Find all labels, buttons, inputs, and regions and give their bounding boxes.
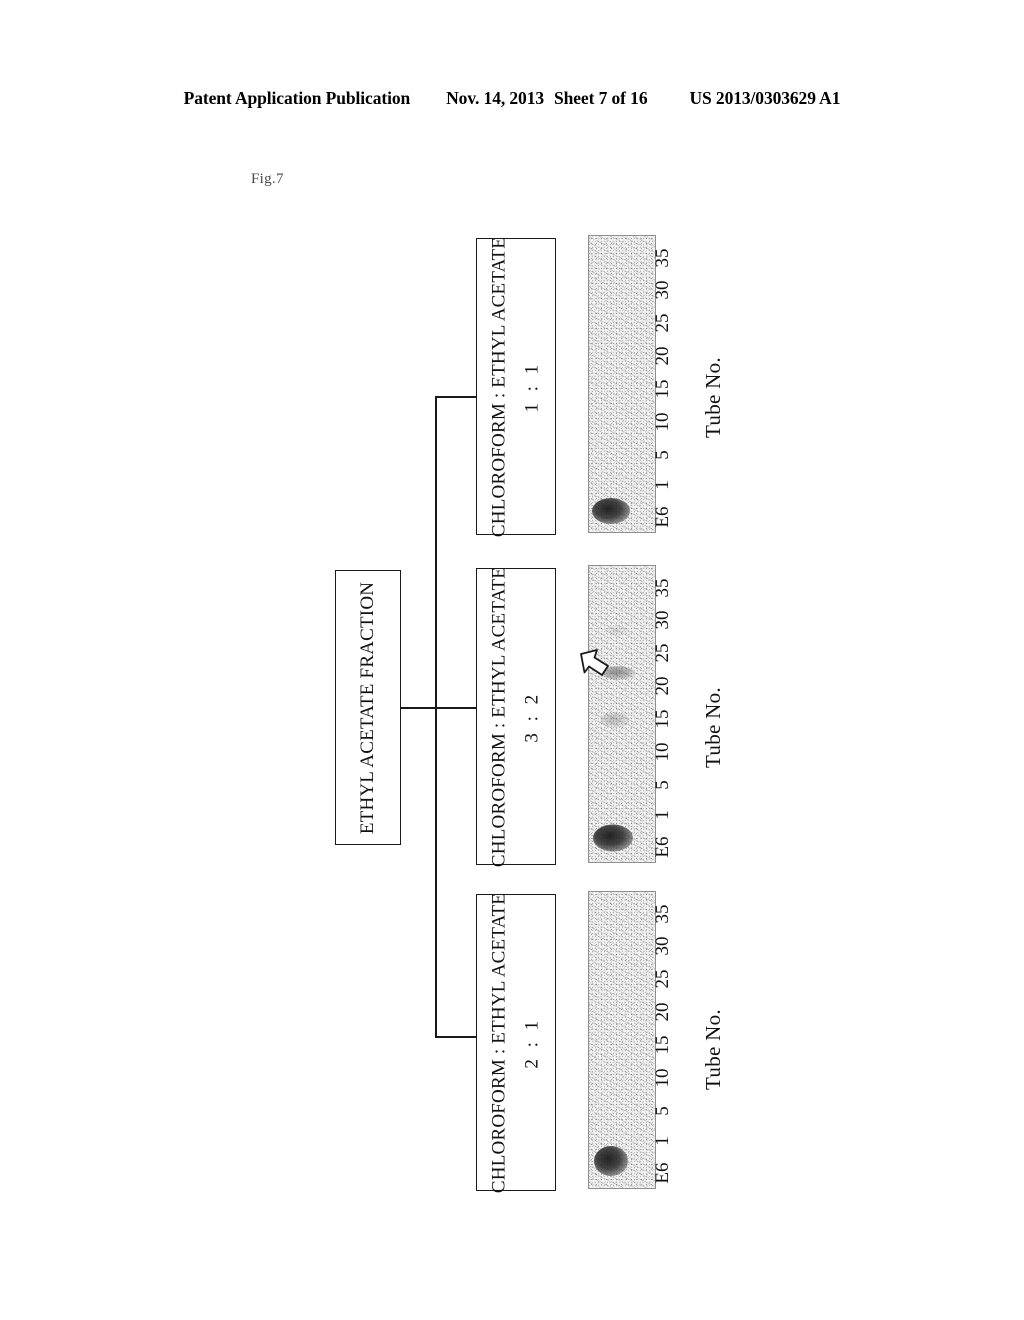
node-solvent-3-2[interactable]: CHLOROFORM : ETHYL ACETATE 3 : 2 — [476, 566, 556, 867]
tick-label: 35 — [652, 248, 673, 268]
node-solvent-1-1-ratio: 1 : 1 — [521, 360, 543, 413]
connector-trunk — [435, 396, 437, 1037]
node-solvent-2-1-text: CHLOROFORM : ETHYL ACETATE 2 : 1 — [489, 892, 544, 1192]
node-solvent-2-1[interactable]: CHLOROFORM : ETHYL ACETATE 2 : 1 — [476, 892, 556, 1193]
connector-branch-3-2 — [435, 707, 476, 709]
node-ethyl-acetate-fraction-label: ETHYL ACETATE FRACTION — [357, 581, 378, 834]
node-solvent-1-1[interactable]: CHLOROFORM : ETHYL ACETATE 1 : 1 — [476, 236, 556, 537]
node-solvent-3-2-text: CHLOROFORM : ETHYL ACETATE 3 : 2 — [489, 566, 544, 866]
connector-root-stub — [400, 707, 436, 709]
axis-title-tube-no-3-2: Tube No. — [701, 687, 725, 768]
connector-branch-2-1 — [435, 1036, 476, 1038]
tick-labels-3-2: E6 1 5 10 15 20 25 30 35 — [652, 565, 683, 863]
tlc-plate-3-2 — [588, 565, 656, 863]
tick-labels-1-1: E6 1 5 10 15 20 25 30 35 — [652, 235, 683, 533]
node-solvent-3-2-label: CHLOROFORM : ETHYL ACETATE — [488, 566, 510, 867]
connector-branch-1-1 — [435, 396, 476, 398]
tick-label: 35 — [652, 904, 673, 924]
tlc-spot-origin-2-1 — [593, 1146, 628, 1177]
tlc-spot-origin-3-2 — [592, 824, 633, 852]
node-solvent-1-1-label: CHLOROFORM : ETHYL ACETATE — [488, 236, 510, 537]
node-solvent-2-1-ratio: 2 : 1 — [521, 1016, 543, 1069]
tick-labels-2-1: E6 1 5 10 15 20 25 30 35 — [652, 891, 683, 1189]
flow-diagram: ETHYL ACETATE FRACTION CHLOROFORM : ETHY… — [0, 0, 1024, 1320]
node-ethyl-acetate-fraction-text: ETHYL ACETATE FRACTION — [357, 581, 379, 833]
tlc-plate-1-1-grain — [589, 236, 655, 532]
tlc-spot-band-mid-3-2 — [600, 711, 630, 728]
node-ethyl-acetate-fraction[interactable]: ETHYL ACETATE FRACTION — [335, 570, 401, 845]
tlc-spot-origin-1-1 — [592, 498, 631, 525]
axis-title-tube-no-2-1: Tube No. — [701, 1009, 725, 1090]
tlc-plate-2-1-grain — [589, 892, 655, 1188]
pointer-arrow-icon — [580, 649, 609, 676]
tick-label: 35 — [652, 578, 673, 598]
tlc-plate-2-1 — [588, 891, 656, 1189]
node-solvent-3-2-ratio: 3 : 2 — [521, 690, 543, 743]
axis-title-tube-no-1-1: Tube No. — [701, 357, 725, 438]
node-solvent-2-1-label: CHLOROFORM : ETHYL ACETATE — [488, 892, 510, 1193]
node-solvent-1-1-text: CHLOROFORM : ETHYL ACETATE 1 : 1 — [489, 236, 544, 536]
tlc-spot-band-upper-3-2 — [605, 625, 628, 638]
tlc-plate-1-1 — [588, 235, 656, 533]
